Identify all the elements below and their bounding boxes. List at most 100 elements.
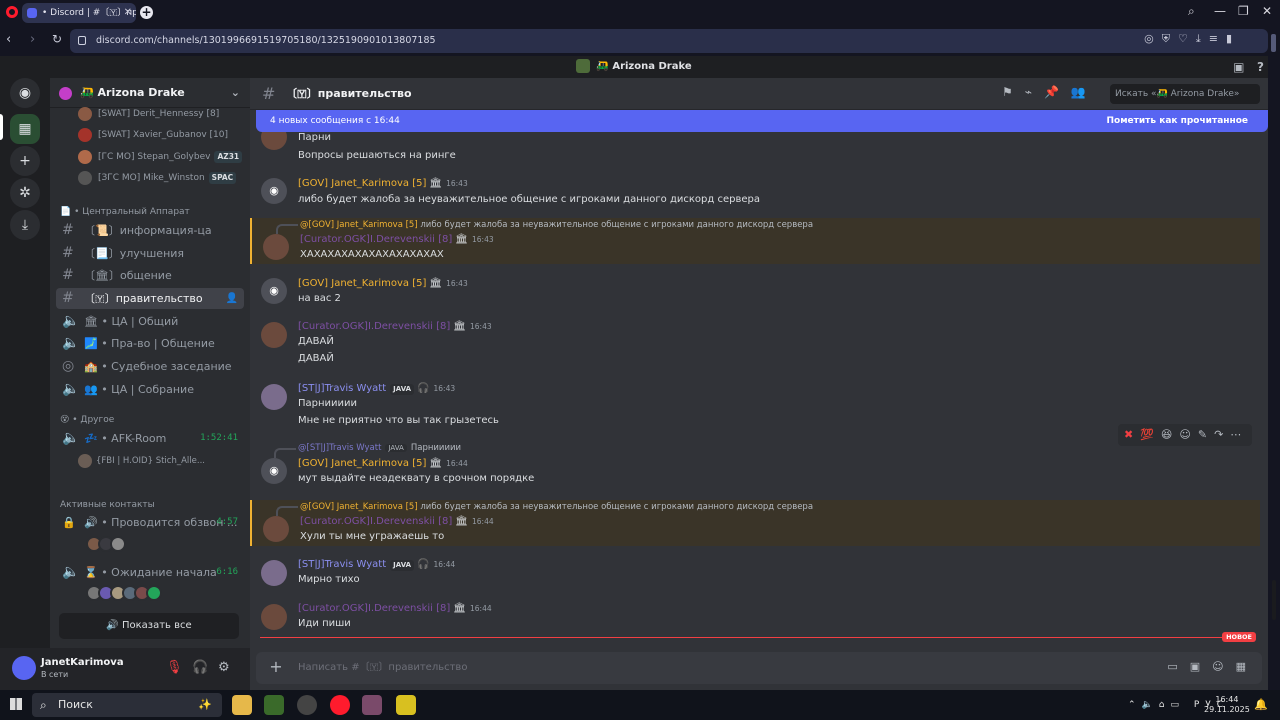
url-text[interactable]: discord.com/channels/1301996691519705180… xyxy=(96,29,436,53)
app-icon[interactable] xyxy=(264,695,284,715)
message[interactable]: [ST|J]Travis Wyatt JAVA 🎧 16:43 Парниииии М… xyxy=(250,382,1260,434)
author-name[interactable]: [Curator.OGK]I.Derevenskii [8] xyxy=(298,603,450,614)
member-item[interactable]: [ГС МО] Stepan_Golybev AZ31 xyxy=(78,148,243,166)
close-tab-icon[interactable]: ✕ xyxy=(124,3,132,23)
app-icon[interactable] xyxy=(396,695,416,715)
username[interactable]: JanetKarimova xyxy=(41,657,124,668)
author-name[interactable]: [GOV] Janet_Karimova [5] xyxy=(298,278,426,289)
windows-start-icon[interactable] xyxy=(10,698,22,710)
download-icon[interactable]: ⤓ xyxy=(10,210,40,240)
message-actions-toolbar[interactable]: ✖💯😆☺✎↷⋯ xyxy=(1118,424,1252,446)
reaction-x-icon[interactable]: ✖ xyxy=(1124,428,1140,441)
forward-icon[interactable]: › xyxy=(30,32,35,47)
message-composer[interactable]: + Написать #〔🇾〕правительство ▭▣☺▦ xyxy=(256,652,1262,684)
author-name[interactable]: [GOV] Janet_Karimova [5] xyxy=(298,458,426,469)
search-input[interactable]: Искать «🛺 Arizona Drake» xyxy=(1110,84,1260,104)
headphones-icon[interactable]: 🎧 xyxy=(192,660,208,675)
author-name[interactable]: [Curator.OGK]I.Derevenskii [8] xyxy=(300,516,452,527)
channel-chat[interactable]: # 〔🏛〕общение xyxy=(56,265,244,286)
reply-preview[interactable]: @[GOV] Janet_Karimova [5] либо будет жал… xyxy=(300,220,813,230)
header-tools[interactable]: ⚑⌁📌👥 xyxy=(1002,85,1098,99)
category-other[interactable]: 😵 • Другое xyxy=(60,413,114,427)
author-name[interactable]: [ST|J]Travis Wyatt xyxy=(298,383,386,394)
avatar[interactable] xyxy=(261,604,287,630)
attach-plus-icon[interactable]: + xyxy=(268,658,284,676)
app-icon[interactable] xyxy=(297,695,317,715)
close-window-icon[interactable]: ✕ xyxy=(1262,4,1272,18)
address-bar-tools[interactable]: ◎⛨♡⤓≡▮ xyxy=(1144,32,1240,46)
arizona-drake-server-icon[interactable]: ▦ xyxy=(10,114,40,144)
minimize-icon[interactable]: — xyxy=(1214,4,1226,18)
clock[interactable]: 16:44 29.11.2025 xyxy=(1204,695,1250,715)
active-contact-call[interactable]: 🔒 🔊 • Проводится обзвон ... 4:57 xyxy=(56,512,244,533)
add-reaction-icon[interactable]: ☺ xyxy=(1179,428,1197,441)
new-tab-button[interactable]: + xyxy=(140,6,153,19)
show-all-button[interactable]: 🔊 Показать все xyxy=(59,613,239,639)
scrollbar-thumb[interactable] xyxy=(1272,580,1276,620)
avatar[interactable] xyxy=(261,322,287,348)
back-icon[interactable]: ‹ xyxy=(6,32,11,47)
member-item[interactable]: [SWAT] Derit_Hennessy [8] xyxy=(78,105,219,123)
chevron-down-icon[interactable]: ⌄ xyxy=(231,78,240,108)
sidebar-handle[interactable] xyxy=(1271,34,1276,52)
message[interactable]: [Curator.OGK]I.Derevenskii [8] 🏛 16:44 Иди… xyxy=(250,602,1260,638)
discover-icon[interactable]: ✲ xyxy=(10,178,40,208)
server-header[interactable]: 🛺 Arizona Drake ⌄ xyxy=(50,78,250,108)
author-name[interactable]: [Curator.OGK]I.Derevenskii [8] xyxy=(300,234,452,245)
avatar[interactable] xyxy=(261,384,287,410)
more-icon[interactable]: ⋯ xyxy=(1230,428,1248,441)
reaction-laugh-icon[interactable]: 😆 xyxy=(1161,428,1179,441)
taskbar-search[interactable]: ⌕ Поиск ✨ xyxy=(32,693,222,717)
author-name[interactable]: [ST|J]Travis Wyatt xyxy=(298,559,386,570)
message[interactable]: @[GOV] Janet_Karimova [5] либо будет жал… xyxy=(250,500,1260,546)
app-icon[interactable] xyxy=(362,695,382,715)
message[interactable]: @[ST|J]Travis Wyatt JAVA Парниииии ◉ [GOV]… xyxy=(250,442,1260,488)
avatar[interactable] xyxy=(261,560,287,586)
message[interactable]: ◉ [GOV] Janet_Karimova [5] 🏛 16:43 на вас … xyxy=(250,276,1260,312)
mute-mic-icon[interactable]: 🎙 xyxy=(166,660,183,675)
reply-preview[interactable]: @[ST|J]Travis Wyatt JAVA Парниииии xyxy=(298,443,461,453)
message[interactable]: [ST|J]Travis Wyatt JAVA 🎧 16:44 Мирно тихо xyxy=(250,558,1260,594)
avatar[interactable] xyxy=(263,234,289,260)
restore-icon[interactable]: ❐ xyxy=(1238,4,1249,18)
forward-icon[interactable]: ↷ xyxy=(1214,428,1230,441)
active-contact-waiting[interactable]: 🔈 ⌛ • Ожидание начала 6:16 xyxy=(56,562,244,583)
channel-info[interactable]: # 〔📜〕информация-ца xyxy=(56,220,244,241)
new-messages-banner[interactable]: 4 новых сообщения с 16:44 Пометить как п… xyxy=(256,110,1268,132)
title-bar-icons[interactable]: ▣ ? xyxy=(1233,56,1264,78)
participant-avatars[interactable] xyxy=(86,585,162,603)
discord-avatar-icon[interactable]: ◉ xyxy=(261,458,287,484)
opera-taskbar-icon[interactable] xyxy=(330,695,350,715)
discord-avatar-icon[interactable]: ◉ xyxy=(261,278,287,304)
voice-channel-afk[interactable]: 🔈 💤 • AFK-Room 1:52:41 xyxy=(56,428,244,449)
browser-tab[interactable]: • Discord | #〔🇾〕правите ✕ xyxy=(22,3,136,23)
edit-icon[interactable]: ✎ xyxy=(1198,428,1214,441)
author-name[interactable]: [GOV] Janet_Karimova [5] xyxy=(298,178,426,189)
settings-gear-icon[interactable]: ⚙ xyxy=(218,660,230,675)
message[interactable]: ◉ [GOV] Janet_Karimova [5] 🏛 16:43 либо бу… xyxy=(250,176,1260,212)
message[interactable]: [Curator.OGK]I.Derevenskii [8] 🏛 16:43 ДАВ… xyxy=(250,320,1260,370)
channel-improvements[interactable]: # 〔📃〕улучшения xyxy=(56,243,244,264)
reaction-100-icon[interactable]: 💯 xyxy=(1140,428,1161,441)
reload-icon[interactable]: ↻ xyxy=(52,32,62,46)
voice-channel-general[interactable]: 🔈 🏛 • ЦА | Общий xyxy=(56,311,244,332)
channel-government[interactable]: # 〔🇾〕правительство 👤 xyxy=(56,288,244,309)
voice-user[interactable]: {FBI | H.OID} Stich_Alle... xyxy=(78,452,242,470)
opera-logo-icon[interactable] xyxy=(6,6,18,18)
voice-channel-meeting[interactable]: 🔈 👥 • ЦА | Собрание xyxy=(56,379,244,400)
voice-channel-gov[interactable]: 🔈 🗾 • Пра-во | Общение xyxy=(56,333,244,354)
avatar[interactable] xyxy=(263,516,289,542)
author-name[interactable]: [Curator.OGK]I.Derevenskii [8] xyxy=(298,321,450,332)
category-central[interactable]: 📄 • Центральный Аппарат xyxy=(60,205,190,219)
message-input[interactable]: Написать #〔🇾〕правительство xyxy=(298,652,467,684)
participant-avatars[interactable] xyxy=(86,536,126,554)
search-tabs-icon[interactable]: ⌕ xyxy=(1188,4,1195,19)
add-server-icon[interactable]: + xyxy=(10,146,40,176)
composer-tools[interactable]: ▭▣☺▦ xyxy=(1167,660,1258,673)
avatar[interactable] xyxy=(12,656,36,680)
member-item[interactable]: [ЗГС МО] Mike_Winston SPAC xyxy=(78,169,237,187)
mark-read-button[interactable]: Пометить как прочитанное xyxy=(1106,110,1248,132)
discord-home-icon[interactable]: ◉ xyxy=(10,78,40,108)
member-item[interactable]: [SWAT] Xavier_Gubanov [10] xyxy=(78,126,228,144)
voice-channel-court[interactable]: ◎ 🏫 • Судебное заседание xyxy=(56,356,244,377)
